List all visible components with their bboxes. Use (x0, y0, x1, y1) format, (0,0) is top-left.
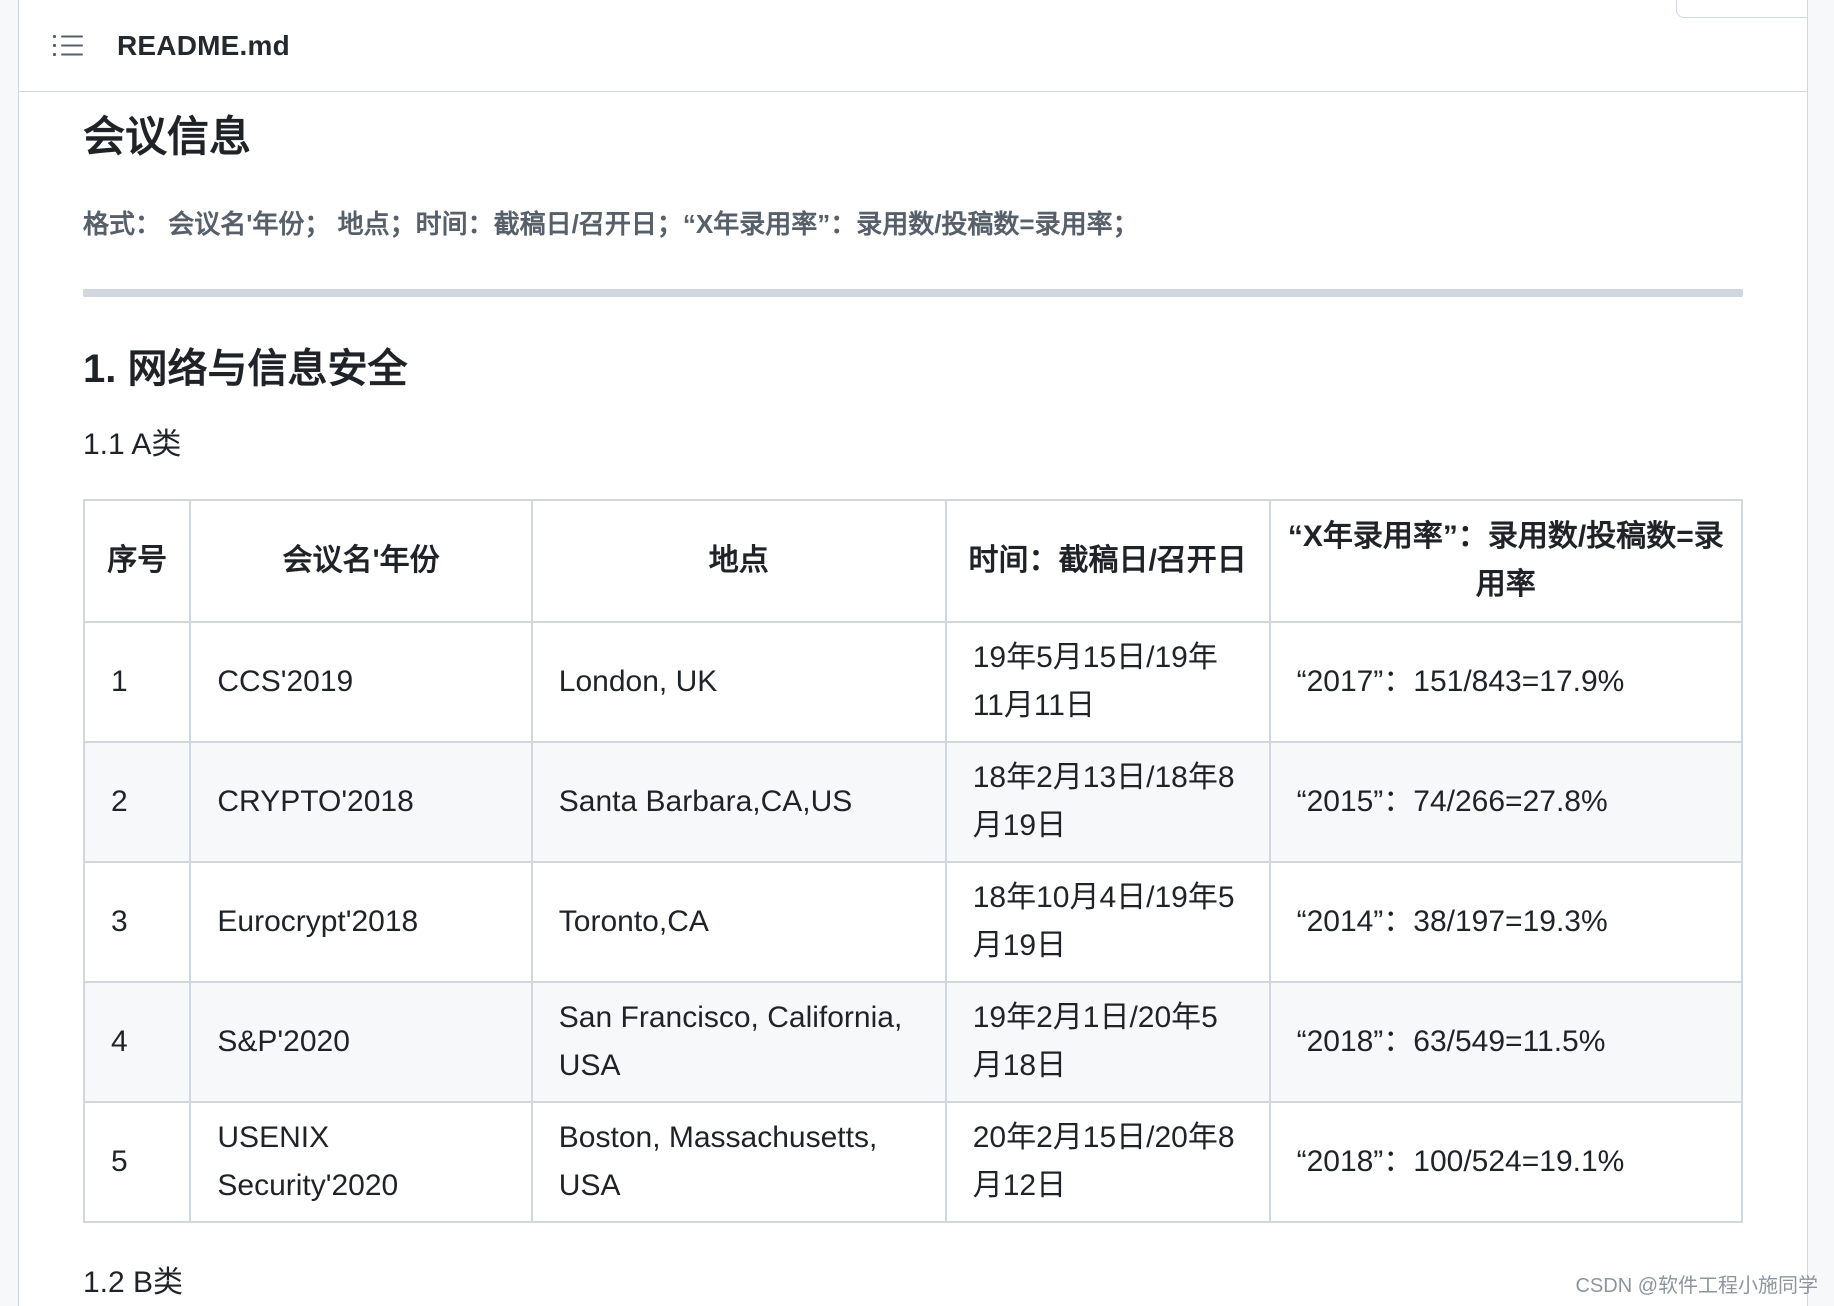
list-unordered-icon (53, 34, 83, 56)
conference-table: 序号 会议名'年份 地点 时间：截稿日/召开日 “X年录用率”：录用数/投稿数=… (82, 499, 1744, 1224)
format-description: 格式： 会议名'年份； 地点；时间：截稿日/召开日；“X年录用率”：录用数/投稿… (83, 209, 1139, 240)
col-header-index: 序号 (82, 499, 192, 624)
col-header-conference: 会议名'年份 (189, 499, 533, 624)
cell-index: 4 (82, 981, 192, 1104)
cell-location: Santa Barbara,CA,US (530, 741, 947, 864)
cell-conference: CCS'2019 (189, 621, 533, 744)
cell-acceptance: “2018”：100/524=19.1% (1268, 1101, 1744, 1224)
col-header-location: 地点 (530, 499, 947, 624)
cell-acceptance: “2015”：74/266=27.8% (1268, 741, 1744, 864)
table-header-row: 序号 会议名'年份 地点 时间：截稿日/召开日 “X年录用率”：录用数/投稿数=… (82, 499, 1744, 624)
cell-location: London, UK (530, 621, 947, 744)
cell-conference: Eurocrypt'2018 (189, 861, 533, 984)
cell-dates: 19年5月15日/19年11月11日 (944, 621, 1271, 744)
subsection-a-label: 1.1 A类 (83, 428, 182, 462)
cell-conference: CRYPTO'2018 (189, 741, 533, 864)
outline-button[interactable] (51, 28, 87, 64)
page-title: 会议信息 (83, 113, 252, 160)
cell-location: Toronto,CA (530, 861, 947, 984)
table-row: 3 Eurocrypt'2018 Toronto,CA 18年10月4日/19年… (82, 861, 1744, 984)
col-header-acceptance: “X年录用率”：录用数/投稿数=录用率 (1268, 499, 1744, 624)
top-right-tab (1676, 0, 1808, 18)
cell-acceptance: “2014”：38/197=19.3% (1268, 861, 1744, 984)
watermark: CSDN @软件工程小施同学 (1575, 1275, 1818, 1297)
cell-index: 1 (82, 621, 192, 744)
horizontal-rule (83, 289, 1743, 298)
file-name[interactable]: README.md (117, 30, 290, 62)
cell-acceptance: “2018”：63/549=11.5% (1268, 981, 1744, 1104)
cell-location: San Francisco, California, USA (530, 981, 947, 1104)
file-header: README.md (19, 0, 1807, 92)
table-row: 1 CCS'2019 London, UK 19年5月15日/19年11月11日… (82, 621, 1744, 744)
cell-location: Boston, Massachusetts, USA (530, 1101, 947, 1224)
table-row: 5 USENIX Security'2020 Boston, Massachus… (82, 1101, 1744, 1224)
col-header-dates: 时间：截稿日/召开日 (944, 499, 1271, 624)
cell-conference: S&P'2020 (189, 981, 533, 1104)
table-row: 4 S&P'2020 San Francisco, California, US… (82, 981, 1744, 1104)
markdown-body: 会议信息 格式： 会议名'年份； 地点；时间：截稿日/召开日；“X年录用率”：录… (82, 92, 1744, 1301)
cell-index: 5 (82, 1101, 192, 1224)
cell-dates: 18年10月4日/19年5月19日 (944, 861, 1271, 984)
cell-dates: 18年2月13日/18年8月19日 (944, 741, 1271, 864)
cell-index: 3 (82, 861, 192, 984)
cell-acceptance: “2017”：151/843=17.9% (1268, 621, 1744, 744)
table-row: 2 CRYPTO'2018 Santa Barbara,CA,US 18年2月1… (82, 741, 1744, 864)
cell-conference: USENIX Security'2020 (189, 1101, 533, 1224)
readme-panel: README.md 会议信息 格式： 会议名'年份； 地点；时间：截稿日/召开日… (18, 0, 1808, 1306)
cell-index: 2 (82, 741, 192, 864)
subsection-b-label: 1.2 B类 (83, 1266, 184, 1300)
cell-dates: 19年2月1日/20年5月18日 (944, 981, 1271, 1104)
cell-dates: 20年2月15日/20年8月12日 (944, 1101, 1271, 1224)
section-heading: 1. 网络与信息安全 (83, 347, 408, 392)
